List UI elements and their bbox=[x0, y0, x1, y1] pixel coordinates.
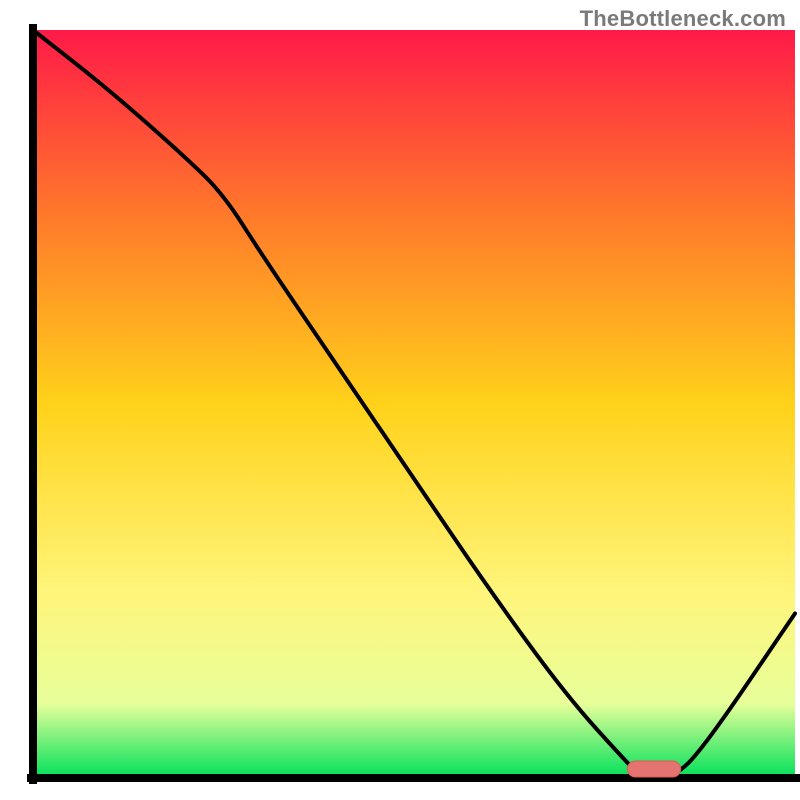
chart-container bbox=[0, 0, 800, 800]
watermark-text: TheBottleneck.com bbox=[580, 6, 786, 32]
bottleneck-chart bbox=[0, 0, 800, 800]
plot-background bbox=[33, 30, 795, 778]
optimal-marker bbox=[627, 761, 680, 777]
